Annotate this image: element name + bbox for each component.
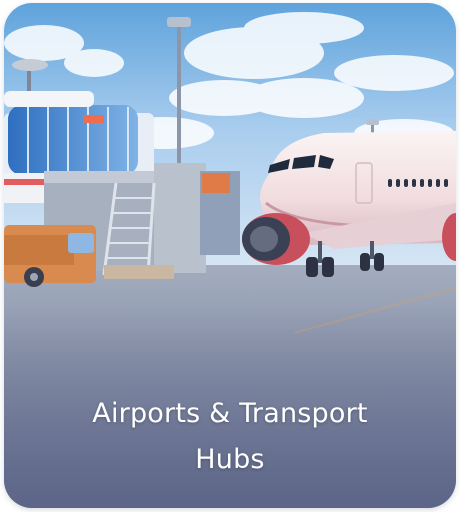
card-title: Airports & Transport Hubs bbox=[4, 391, 456, 483]
card-title-line-1: Airports & Transport bbox=[92, 398, 368, 429]
category-card-airports[interactable]: Airports & Transport Hubs bbox=[4, 3, 456, 508]
card-title-line-2: Hubs bbox=[195, 444, 265, 475]
